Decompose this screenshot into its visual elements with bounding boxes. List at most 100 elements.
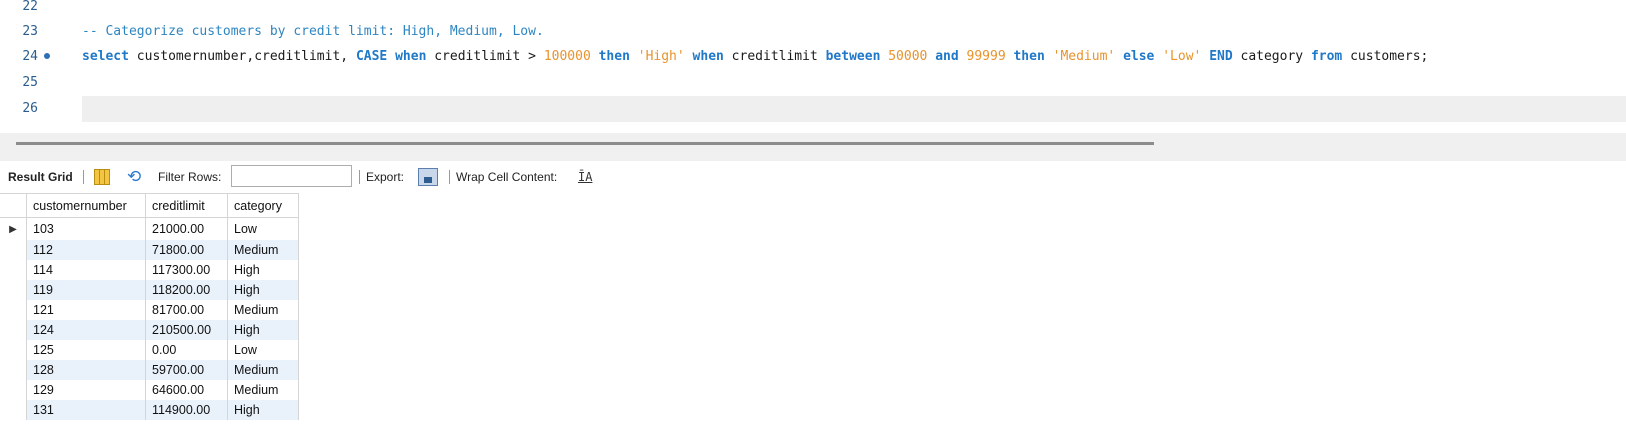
refresh-icon[interactable]: ⟲ (127, 161, 141, 193)
table-row[interactable]: 121 81700.00 Medium (0, 300, 299, 320)
line-number-gutter: 22 (0, 0, 50, 20)
result-grid[interactable]: customernumber creditlimit category ▶ 10… (0, 193, 299, 420)
cell-category[interactable]: High (227, 400, 299, 420)
editor-line-23[interactable]: 23 -- Categorize customers by credit lim… (0, 19, 1626, 45)
table-row[interactable]: 114 117300.00 High (0, 260, 299, 280)
sql-string: 'Medium' (1052, 49, 1116, 64)
wrap-cell-content-label: Wrap Cell Content: (456, 170, 558, 184)
table-row[interactable]: 131 114900.00 High (0, 400, 299, 420)
cell-customernumber[interactable]: 125 (26, 340, 146, 360)
sql-keyword: from (1310, 49, 1343, 64)
line-number: 25 (22, 75, 38, 90)
cell-customernumber[interactable]: 128 (26, 360, 146, 380)
table-row[interactable]: ▶ 103 21000.00 Low (0, 217, 299, 240)
column-header-category[interactable]: category (227, 193, 299, 218)
line-number-gutter: 24 (0, 44, 50, 70)
row-header (0, 320, 27, 340)
table-row[interactable]: 129 64600.00 Medium (0, 380, 299, 400)
result-table: customernumber creditlimit category ▶ 10… (0, 193, 299, 420)
line-number-gutter: 26 (0, 96, 50, 122)
sql-statement: select customernumber,creditlimit, CASE … (82, 44, 1428, 70)
row-header (0, 300, 27, 320)
toolbar-separator (83, 170, 84, 184)
line-number-gutter: 25 (0, 70, 50, 96)
editor-line-24[interactable]: 24 select customernumber,creditlimit, CA… (0, 44, 1626, 70)
sql-keyword: when (395, 49, 427, 64)
sql-keyword: else (1123, 49, 1155, 64)
wrap-cell-content-icon[interactable]: ĪA (578, 161, 592, 193)
cell-category[interactable]: Medium (227, 380, 299, 400)
cell-category[interactable]: High (227, 280, 299, 300)
sql-comment: -- Categorize customers by credit limit:… (82, 24, 544, 39)
sql-keyword: then (598, 49, 630, 64)
sql-text: customernumber,creditlimit, (128, 49, 356, 64)
cell-category[interactable]: Medium (227, 300, 299, 320)
cell-customernumber[interactable]: 131 (26, 400, 146, 420)
table-row[interactable]: 112 71800.00 Medium (0, 240, 299, 260)
cell-customernumber[interactable]: 121 (26, 300, 146, 320)
cell-creditlimit[interactable]: 59700.00 (145, 360, 228, 380)
cell-customernumber[interactable]: 129 (26, 380, 146, 400)
column-header-creditlimit[interactable]: creditlimit (145, 193, 228, 218)
cell-creditlimit[interactable]: 117300.00 (145, 260, 228, 280)
sql-number: 100000 (543, 49, 591, 64)
cell-category[interactable]: High (227, 320, 299, 340)
table-row[interactable]: 125 0.00 Low (0, 340, 299, 360)
line-number: 24 (22, 49, 38, 64)
grid-view-icon[interactable] (94, 169, 110, 185)
cell-creditlimit[interactable]: 64600.00 (145, 380, 228, 400)
column-header-customernumber[interactable]: customernumber (26, 193, 146, 218)
cell-category[interactable]: Medium (227, 240, 299, 260)
cell-category[interactable]: High (227, 260, 299, 280)
line-number: 23 (22, 24, 38, 39)
row-header (0, 380, 27, 400)
cell-customernumber[interactable]: 124 (26, 320, 146, 340)
cell-customernumber[interactable]: 103 (26, 217, 146, 240)
cell-customernumber[interactable]: 119 (26, 280, 146, 300)
sql-editor[interactable]: 22 23 -- Categorize customers by credit … (0, 0, 1626, 133)
cell-creditlimit[interactable]: 210500.00 (145, 320, 228, 340)
table-row[interactable]: 124 210500.00 High (0, 320, 299, 340)
sql-keyword: between (825, 49, 881, 64)
cell-category[interactable]: Low (227, 217, 299, 240)
cell-customernumber[interactable]: 114 (26, 260, 146, 280)
table-row[interactable]: 119 118200.00 High (0, 280, 299, 300)
editor-line-22[interactable]: 22 (0, 0, 1626, 20)
sql-string: 'Low' (1162, 49, 1202, 64)
filter-rows-input[interactable] (231, 165, 352, 187)
sql-number: 99999 (966, 49, 1006, 64)
result-grid-tab[interactable]: Result Grid (8, 161, 73, 193)
sql-text: customers; (1342, 49, 1429, 64)
cell-creditlimit[interactable]: 114900.00 (145, 400, 228, 420)
cell-creditlimit[interactable]: 118200.00 (145, 280, 228, 300)
cell-creditlimit[interactable]: 81700.00 (145, 300, 228, 320)
cell-creditlimit[interactable]: 71800.00 (145, 240, 228, 260)
editor-line-25[interactable]: 25 (0, 70, 1626, 96)
row-header (0, 400, 27, 420)
scrollbar-thumb[interactable] (16, 142, 1154, 145)
filter-rows-label: Filter Rows: (158, 170, 222, 184)
sql-keyword: then (1013, 49, 1045, 64)
header-row: customernumber creditlimit category (0, 193, 299, 218)
sql-keyword: select (82, 49, 129, 64)
export-icon[interactable] (418, 168, 438, 186)
editor-horizontal-scrollbar[interactable] (0, 133, 1626, 161)
result-toolbar: Result Grid ⟲ Filter Rows: Export: Wrap … (0, 161, 1626, 193)
sql-keyword: END (1209, 49, 1233, 64)
cell-customernumber[interactable]: 112 (26, 240, 146, 260)
sql-keyword: when (692, 49, 724, 64)
cell-creditlimit[interactable]: 21000.00 (145, 217, 228, 240)
cell-category[interactable]: Low (227, 340, 299, 360)
row-header (0, 280, 27, 300)
export-label: Export: (366, 170, 405, 184)
row-header (0, 340, 27, 360)
cell-creditlimit[interactable]: 0.00 (145, 340, 228, 360)
table-row[interactable]: 128 59700.00 Medium (0, 360, 299, 380)
cell-category[interactable]: Medium (227, 360, 299, 380)
editor-line-26[interactable]: 26 (0, 96, 1626, 122)
